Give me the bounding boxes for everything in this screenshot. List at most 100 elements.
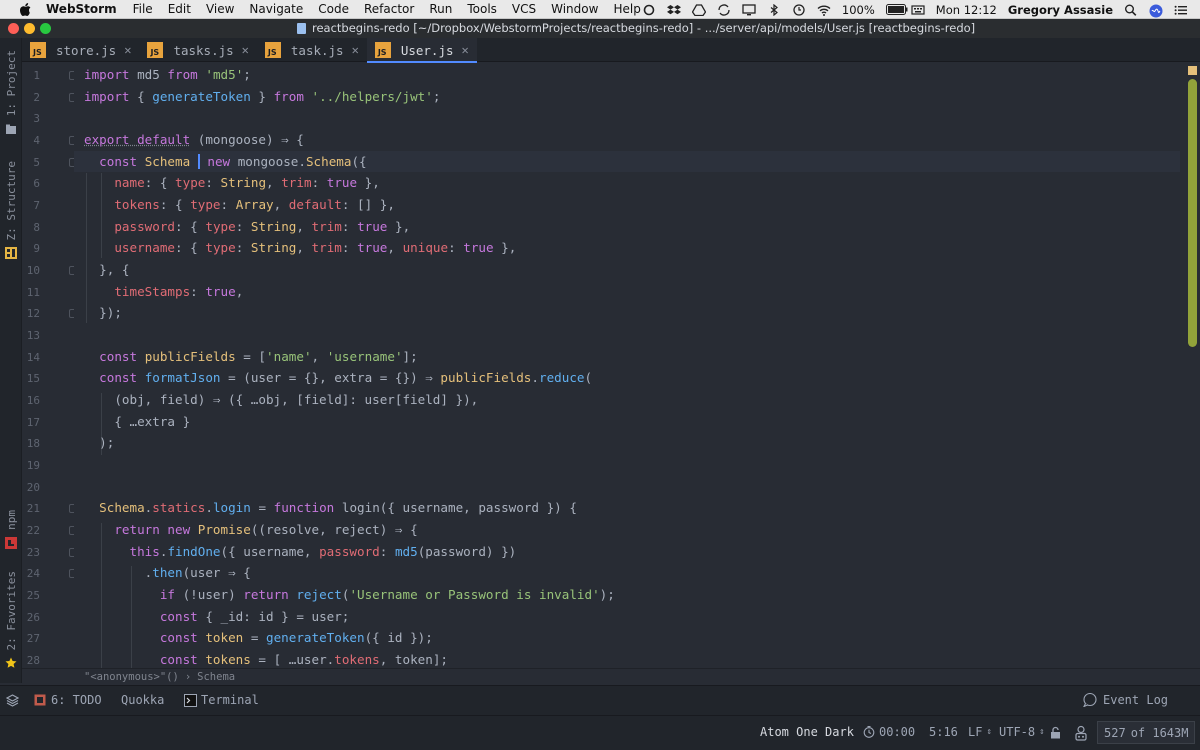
menu-user-name[interactable]: Gregory Assasie (1008, 3, 1113, 17)
code-line-21: Schema.statics.login = function login({ … (99, 500, 577, 515)
menu-code[interactable]: Code (318, 2, 349, 16)
vertical-scrollbar[interactable] (1188, 79, 1197, 347)
event-log-icon (1082, 692, 1098, 708)
keyboard-icon[interactable] (911, 4, 925, 16)
favorites-tool-label: 2: Favorites (4, 571, 18, 651)
tab-tasks-js[interactable]: JS tasks.js ✕ (139, 38, 256, 62)
line-number: 7 (33, 199, 40, 212)
display-icon[interactable] (742, 3, 756, 16)
menu-tools[interactable]: Tools (467, 2, 497, 16)
close-tab-icon[interactable]: ✕ (124, 43, 131, 57)
js-file-icon: JS (147, 42, 164, 58)
layers-icon[interactable] (5, 694, 20, 707)
js-file-icon: JS (374, 42, 391, 58)
line-number: 23 (26, 546, 40, 559)
app-name-menu[interactable]: WebStorm (46, 2, 117, 16)
folder-icon (5, 120, 17, 135)
code-line-1: import md5 from 'md5'; (84, 67, 251, 82)
todo-tool-button[interactable]: 6: TODO (34, 693, 102, 707)
code-editor[interactable]: import md5 from 'md5'; import { generate… (74, 63, 1180, 668)
js-file-icon: JS (264, 42, 281, 58)
event-log-tool-button[interactable]: Event Log (1082, 692, 1169, 708)
minimize-window-button[interactable] (24, 23, 35, 34)
inspector-icon[interactable] (1074, 725, 1088, 741)
line-number: 9 (33, 242, 40, 255)
encoding-value: UTF-8 (999, 725, 1036, 739)
code-line-15: const formatJson = (user = {}, extra = {… (99, 370, 593, 385)
zoom-window-button[interactable] (40, 23, 51, 34)
line-number: 6 (33, 177, 40, 190)
menu-file[interactable]: File (133, 2, 153, 16)
line-number: 15 (26, 372, 40, 385)
memory-indicator[interactable]: 527 of 1643M (1097, 721, 1196, 744)
project-tool-label: 1: Project (4, 50, 18, 117)
theme-indicator[interactable]: Atom One Dark (760, 725, 854, 739)
sync-icon[interactable] (717, 3, 731, 16)
breadcrumb: "<anonymous>"() › Schema (22, 668, 1200, 685)
breadcrumb-symbol[interactable]: Schema (197, 671, 235, 683)
tab-label: store.js (56, 42, 117, 58)
terminal-tool-button[interactable]: Terminal (184, 693, 259, 707)
npm-tool-tab[interactable]: npm (2, 510, 20, 549)
menu-window[interactable]: Window (551, 2, 598, 16)
siri-icon[interactable] (1149, 4, 1163, 17)
project-tool-tab[interactable]: 1: Project (2, 50, 20, 135)
drive-icon[interactable] (691, 3, 707, 16)
editor-tab-bar: JS store.js ✕ JS tasks.js ✕ JS task.js ✕… (22, 38, 1200, 63)
line-number: 14 (26, 351, 40, 364)
breadcrumb-scope[interactable]: "<anonymous>"() (84, 671, 179, 683)
code-line-25: if (!user) return reject('Username or Pa… (159, 587, 615, 602)
menu-navigate[interactable]: Navigate (249, 2, 303, 16)
line-number: 18 (26, 437, 40, 450)
apple-logo-icon[interactable] (18, 2, 32, 16)
npm-tool-label: npm (4, 510, 18, 530)
code-line-6: name: { type: String, trim: true }, (114, 175, 380, 190)
warning-marker-icon[interactable] (1188, 66, 1197, 75)
structure-tool-tab[interactable]: Z: Structure (2, 161, 20, 260)
time-machine-icon[interactable] (792, 3, 806, 16)
spotlight-search-icon[interactable] (1124, 4, 1138, 16)
structure-tool-label: Z: Structure (4, 161, 18, 241)
tab-user-js[interactable]: JS User.js ✕ (366, 38, 477, 63)
encoding-widget[interactable]: UTF-8 ⇕ (999, 725, 1045, 739)
line-number: 16 (26, 394, 40, 407)
menu-view[interactable]: View (206, 2, 234, 16)
caret-position[interactable]: 5:16 (929, 725, 958, 739)
line-number: 1 (33, 69, 40, 82)
favorites-tool-tab[interactable]: 2: Favorites (2, 571, 20, 669)
menu-edit[interactable]: Edit (168, 2, 191, 16)
menu-help[interactable]: Help (613, 2, 640, 16)
timer-widget[interactable]: 00:00 (863, 725, 915, 739)
creative-cloud-icon[interactable] (642, 4, 656, 16)
close-window-button[interactable] (8, 23, 19, 34)
readonly-lock-icon[interactable] (1050, 726, 1061, 739)
code-line-10: }, { (84, 262, 130, 277)
tab-task-js[interactable]: JS task.js ✕ (257, 38, 367, 62)
close-tab-icon[interactable]: ✕ (242, 43, 249, 57)
tab-store-js[interactable]: JS store.js ✕ (22, 38, 139, 62)
star-icon (5, 654, 17, 669)
tab-label: tasks.js (173, 42, 234, 58)
event-log-label: Event Log (1103, 693, 1169, 707)
dropbox-icon[interactable] (666, 4, 681, 16)
bluetooth-icon[interactable] (767, 3, 781, 16)
menu-clock[interactable]: Mon 12:12 (936, 3, 997, 17)
menu-vcs[interactable]: VCS (512, 2, 536, 16)
tab-label: User.js (400, 42, 454, 58)
menu-refactor[interactable]: Refactor (364, 2, 414, 16)
quokka-tool-button[interactable]: Quokka (121, 693, 164, 707)
window-title: reactbegins-redo [~/Dropbox/WebstormProj… (297, 21, 975, 35)
close-tab-icon[interactable]: ✕ (352, 43, 359, 57)
line-number: 3 (33, 112, 40, 125)
wifi-icon[interactable] (817, 4, 831, 16)
menu-run[interactable]: Run (429, 2, 452, 16)
dropdown-icon: ⇕ (986, 727, 992, 737)
close-tab-icon[interactable]: ✕ (462, 43, 469, 57)
window-title-bar[interactable]: reactbegins-redo [~/Dropbox/WebstormProj… (0, 19, 1200, 38)
battery-icon[interactable] (885, 3, 908, 16)
line-separator-widget[interactable]: LF ⇕ (968, 725, 992, 739)
window-title-text: reactbegins-redo [~/Dropbox/WebstormProj… (312, 21, 976, 35)
notification-center-icon[interactable] (1174, 4, 1188, 16)
js-file-icon: JS (30, 42, 46, 58)
code-line-26: const { _id: id } = user; (159, 609, 350, 624)
